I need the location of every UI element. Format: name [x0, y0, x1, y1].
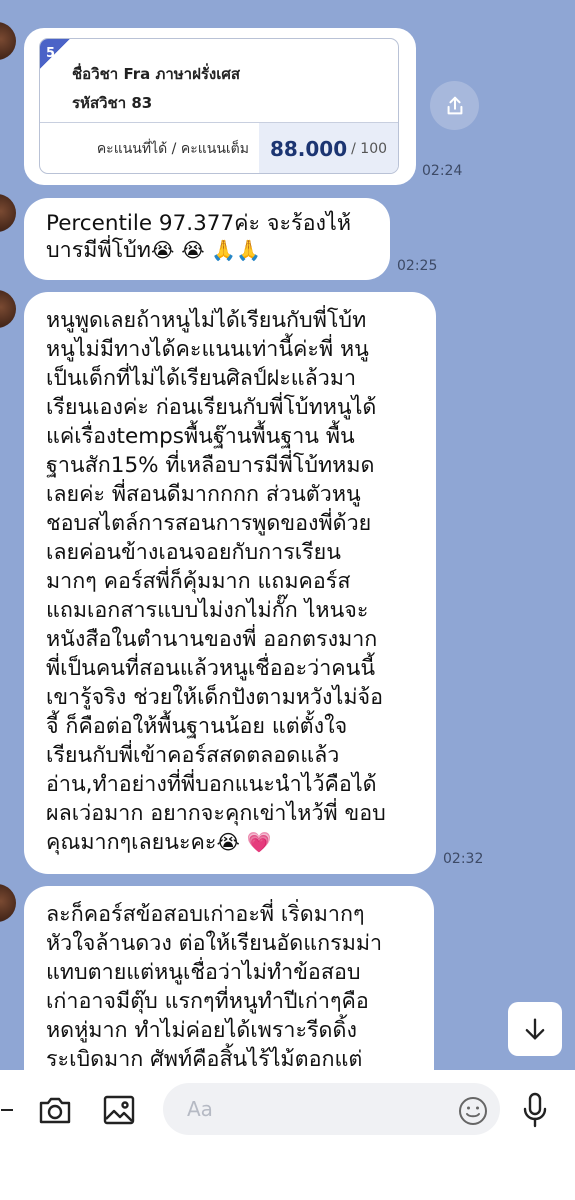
composer-bar — [0, 1070, 575, 1200]
subject-name: ชื่อวิชา Fra ภาษาฝรั่งเศส — [72, 65, 241, 83]
message-line: หัวใจล้านดวง ต่อให้เรียนอัดแกรมม่า — [46, 931, 383, 956]
message-line: เป็นเด็กที่ไม่ได้เรียนศิลป์ฝะแล้วมา — [46, 366, 357, 391]
score-label: คะแนนที่ได้ / คะแนนเต็ม — [96, 141, 249, 157]
score-card-message[interactable]: 5 ชื่อวิชา Fra ภาษาฝรั่งเศส รหัสวิชา 83 … — [24, 28, 416, 185]
sender-avatar[interactable] — [0, 884, 16, 922]
message-line: หนังสือในตำนานของพี่ ออกตรงมาก — [46, 627, 378, 652]
message-line: อ่าน,ทำอย่างที่พี่บอกแนะนำไว้คือได้ — [46, 772, 377, 797]
message-line: เรียนกับพี่เข้าคอร์สสดตลอดแล้ว — [46, 743, 340, 768]
folded-hands-icon: 🙏 — [236, 238, 262, 262]
message-line: เลยค่ะ พี่สอนดีมากกกก ส่วนตัวหนู — [46, 482, 361, 507]
scroll-to-bottom-button[interactable] — [508, 1002, 562, 1056]
subject-code: รหัสวิชา 83 — [72, 94, 153, 112]
message-line: หนูพูดเลยถ้าหนูไม่ได้เรียนกับพี่โบ้ท — [46, 308, 367, 333]
share-icon — [447, 96, 462, 114]
message-line: Percentile 97.377ค่ะ จะร้องไห้ — [46, 211, 351, 236]
message-time: 02:32 — [443, 851, 484, 867]
message-line: เขารู้จริง ช่วยให้เด็กปังตามหวังไม่จ้อ — [46, 685, 383, 710]
card-number-badge: 5 — [40, 39, 70, 69]
max-score: / 100 — [351, 141, 388, 157]
camera-button[interactable] — [36, 1092, 74, 1128]
microphone-icon — [523, 1092, 547, 1128]
voice-button[interactable] — [518, 1090, 552, 1130]
score-card: 5 ชื่อวิชา Fra ภาษาฝรั่งเศส รหัสวิชา 83 … — [39, 38, 399, 174]
message-line: เก่าอาจมีตุ๊บ แรกๆที่หนูทำปีเก่าๆคือ — [46, 989, 369, 1014]
message-line: หดหู่มาก ทำไม่ค่อยได้เพราะรีดดิ้ง — [46, 1018, 357, 1043]
sender-avatar[interactable] — [0, 290, 16, 328]
camera-icon — [39, 1097, 71, 1124]
message-line: ชอบสไตล์การสอนการพูดของพี่ด้วย — [46, 511, 372, 536]
emoji-button[interactable] — [456, 1094, 490, 1128]
sender-avatar[interactable] — [0, 22, 16, 60]
message-line: คุณมากๆเลยนะคะ😭 💗 — [46, 830, 272, 855]
smiley-icon — [459, 1097, 487, 1125]
message-line: บารมีพี่โบ้ท😭 😭 🙏🙏 — [46, 238, 262, 263]
message-line: แทบตายแต่หนูเชื่อว่าไม่ทำข้อสอบ — [46, 960, 361, 985]
sender-avatar[interactable] — [0, 194, 16, 232]
score-row: คะแนนที่ได้ / คะแนนเต็ม 88.000/ 100 — [40, 122, 398, 173]
chat-bubble[interactable]: Percentile 97.377ค่ะ จะร้องไห้ บารมีพี่โ… — [24, 198, 390, 280]
message-input[interactable] — [163, 1083, 500, 1135]
score-value: 88.000/ 100 — [259, 123, 398, 173]
image-icon — [103, 1095, 135, 1125]
gallery-button[interactable] — [100, 1092, 138, 1128]
message-line: ละก็คอร์สข้อสอบเก่าอะพี่ เริ่ดมากๆ — [46, 902, 365, 927]
minus-icon — [1, 1109, 13, 1111]
message-line: หนูไม่มีทางได้คะแนนเท่านี้ค่ะพี่ หนู — [46, 337, 369, 362]
message-time: 02:24 — [422, 163, 463, 179]
crying-face-icon: 😭 — [150, 238, 175, 262]
message-line: ผลเว่อมาก อยากจะคุกเข่าไหว้พี่ ขอบ — [46, 801, 386, 826]
message-line: มากๆ คอร์สพี่ก็คุ้มมาก แถมคอร์ส — [46, 569, 351, 594]
message-line: พี่เป็นคนที่สอนแล้วหนูเชื่ออะว่าคนนี้ — [46, 656, 376, 681]
message-line: แค่เรื่องtempsพื้นฐ๊านพื้นฐาน พื้น — [46, 424, 355, 449]
message-line: เลยค่อนข้างเอนจอยกับการเรียน — [46, 540, 341, 565]
score-number: 88.000 — [269, 137, 348, 161]
more-options-button[interactable] — [0, 1100, 14, 1120]
chat-bubble[interactable]: หนูพูดเลยถ้าหนูไม่ได้เรียนกับพี่โบ้ท หนู… — [24, 292, 436, 874]
share-button[interactable] — [430, 81, 479, 130]
crying-face-icon: 😭 — [216, 830, 240, 854]
message-line: ฐานสัก15% ที่เหลือบารมีพี่โบ้ทหมด — [46, 453, 375, 478]
message-time: 02:25 — [397, 258, 438, 274]
message-line: จี้ ก็คือต่อให้พื้นฐานน้อย แต่ตั้งใจ — [46, 714, 348, 739]
message-line: เรียนเองค่ะ ก่อนเรียนกับพี่โบ้ทหนูได้ — [46, 395, 377, 420]
pink-heart-icon: 💗 — [246, 830, 272, 854]
folded-hands-icon: 🙏 — [211, 238, 237, 262]
arrow-down-icon — [525, 1018, 545, 1040]
message-line: แถมเอกสารแบบไม่งกไม่กั๊ก ไหนจะ — [46, 598, 369, 623]
crying-face-icon: 😭 — [181, 238, 205, 262]
